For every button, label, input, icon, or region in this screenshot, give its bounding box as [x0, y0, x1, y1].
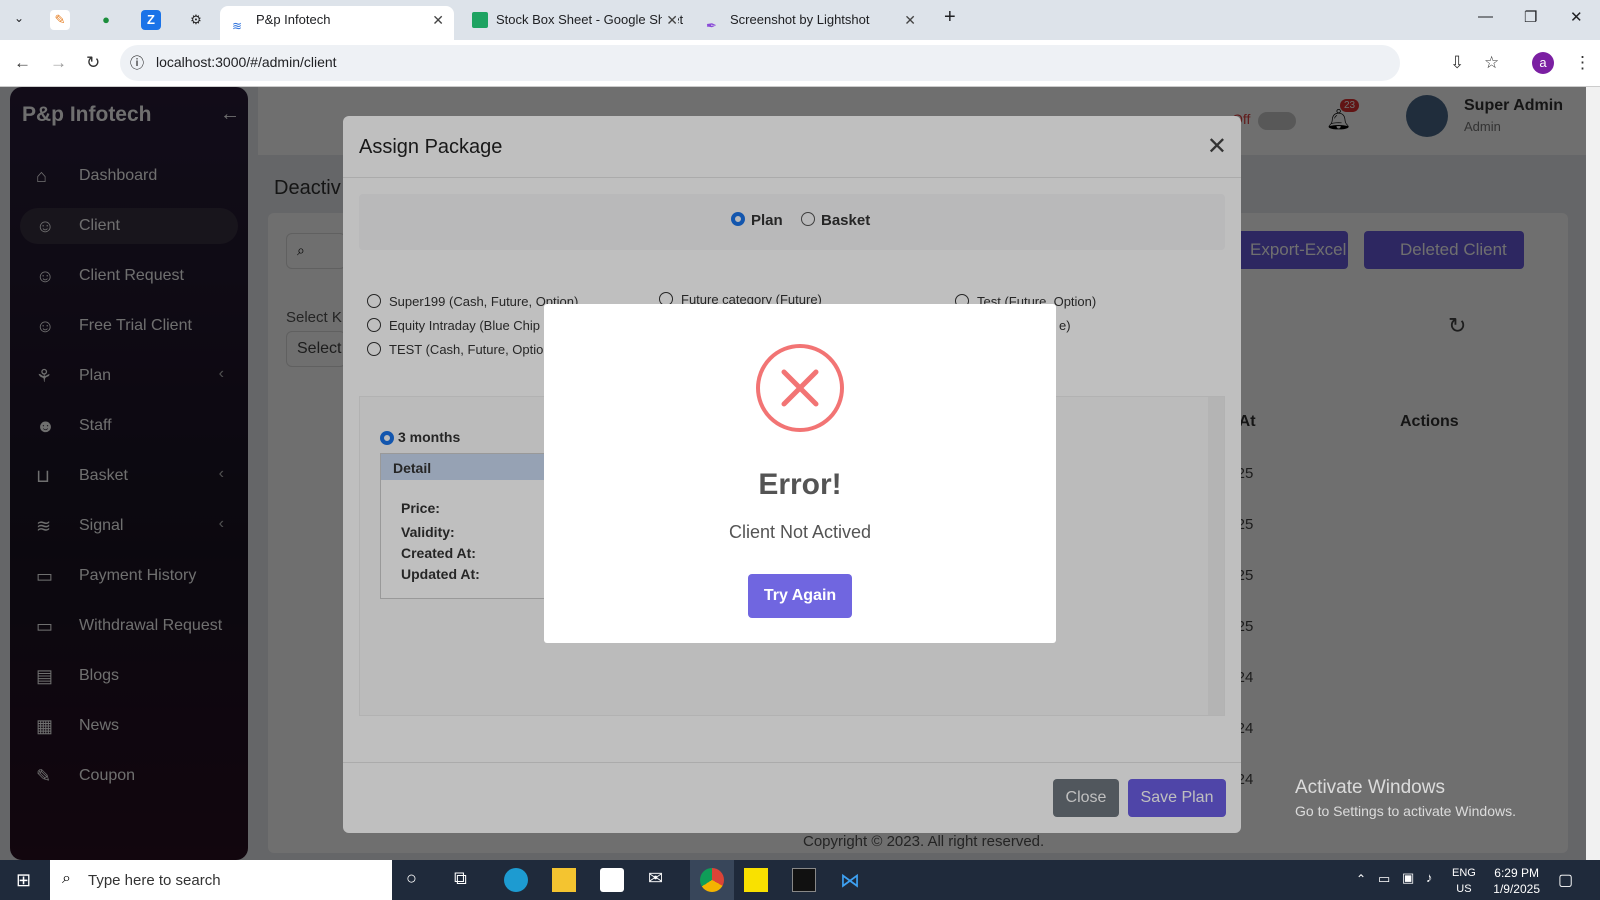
site-info-icon[interactable]: ⓘ [130, 53, 144, 73]
notifications-icon[interactable]: ▢ [1558, 870, 1573, 890]
profile-avatar[interactable]: a [1532, 52, 1554, 74]
pinned-tab-icon[interactable]: Z [141, 10, 161, 30]
battery-icon[interactable]: ▭ [1378, 871, 1390, 887]
error-icon [756, 344, 844, 432]
tab-stock-box-sheet[interactable]: Stock Box Sheet - Google Sheet ✕ [460, 6, 688, 40]
tab-title: Stock Box Sheet - Google Sheet [496, 12, 684, 27]
windows-taskbar: ⊞ ⌕ Type here to search ○ ⧉ ✉ ⋈ ⌃ ▭ ▣ ♪ … [0, 860, 1600, 900]
pinned-tab-icon[interactable]: ⚙ [186, 10, 206, 30]
url-field[interactable]: ⓘ localhost:3000/#/admin/client [120, 45, 1400, 81]
address-bar: ← → ↻ ⓘ localhost:3000/#/admin/client ⇩ … [0, 40, 1600, 87]
browser-tab-strip: ⌄ ✎ ● Z ⚙ ≋ P&p Infotech ✕ Stock Box She… [0, 0, 1600, 40]
vscode-icon[interactable]: ⋈ [840, 868, 864, 892]
try-again-button[interactable]: Try Again [748, 574, 852, 618]
watermark-subtitle: Go to Settings to activate Windows. [1295, 803, 1516, 819]
task-view-icon[interactable]: ⧉ [454, 868, 478, 892]
region-code: US [1456, 883, 1472, 895]
minimize-icon[interactable]: — [1478, 8, 1493, 25]
taskbar-search-placeholder: Type here to search [88, 872, 221, 889]
menu-kebab-icon[interactable]: ⋮ [1574, 53, 1591, 73]
edge-icon[interactable] [504, 868, 528, 892]
chrome-icon[interactable] [690, 860, 734, 900]
reload-icon[interactable]: ↻ [86, 53, 100, 73]
tab-lightshot[interactable]: ✒ Screenshot by Lightshot ✕ [694, 6, 926, 40]
windows-start-icon[interactable]: ⊞ [16, 870, 31, 891]
terminal-icon[interactable] [792, 868, 816, 892]
alert-title: Error! [758, 468, 842, 501]
clock-time: 6:29 PM [1494, 866, 1539, 880]
tab-title: P&p Infotech [256, 12, 331, 27]
close-tab-icon[interactable]: ✕ [432, 6, 444, 34]
tab-pp-infotech[interactable]: ≋ P&p Infotech ✕ [220, 6, 454, 40]
cortana-icon[interactable]: ○ [406, 868, 430, 892]
page-scrollbar[interactable] [1586, 87, 1600, 860]
file-explorer-icon[interactable] [552, 868, 576, 892]
language-code: ENG [1452, 867, 1476, 879]
sheets-icon [472, 12, 488, 28]
bookmark-star-icon[interactable]: ☆ [1484, 53, 1499, 73]
network-icon[interactable]: ▣ [1402, 870, 1414, 886]
back-icon[interactable]: ← [14, 53, 31, 73]
store-icon[interactable] [600, 868, 624, 892]
clock-date: 1/9/2025 [1493, 882, 1540, 896]
volume-icon[interactable]: ♪ [1426, 870, 1433, 885]
restore-icon[interactable]: ❐ [1524, 8, 1537, 26]
search-icon: ⌕ [62, 870, 71, 887]
tray-chevron-icon[interactable]: ⌃ [1356, 872, 1366, 886]
language-indicator[interactable]: ENG US [1452, 865, 1476, 897]
tab-search-icon[interactable]: ⌄ [14, 11, 24, 25]
activate-windows-watermark: Activate Windows Go to Settings to activ… [1295, 777, 1516, 819]
pinned-tab-icon[interactable]: ✎ [50, 10, 70, 30]
chrome-logo-icon [700, 868, 724, 892]
lightshot-icon: ✒ [706, 18, 717, 33]
forward-icon[interactable]: → [50, 53, 67, 73]
pinned-tab-icon[interactable]: ● [96, 10, 116, 30]
taskbar-search[interactable]: ⌕ Type here to search [50, 860, 392, 900]
url-text: localhost:3000/#/admin/client [156, 54, 337, 70]
new-tab-icon[interactable]: + [944, 6, 956, 29]
tab-title: Screenshot by Lightshot [730, 12, 870, 27]
tab-favicon-icon: ≋ [232, 19, 243, 33]
sticky-notes-icon[interactable] [744, 868, 768, 892]
close-tab-icon[interactable]: ✕ [662, 6, 678, 34]
error-alert: Error! Client Not Actived Try Again [544, 304, 1056, 643]
install-icon[interactable]: ⇩ [1450, 53, 1464, 73]
system-clock[interactable]: 6:29 PM 1/9/2025 [1493, 865, 1540, 897]
close-window-icon[interactable]: ✕ [1570, 8, 1583, 26]
close-tab-icon[interactable]: ✕ [904, 6, 916, 34]
watermark-title: Activate Windows [1295, 777, 1445, 798]
mail-icon[interactable]: ✉ [648, 868, 672, 892]
alert-message: Client Not Actived [728, 522, 872, 542]
